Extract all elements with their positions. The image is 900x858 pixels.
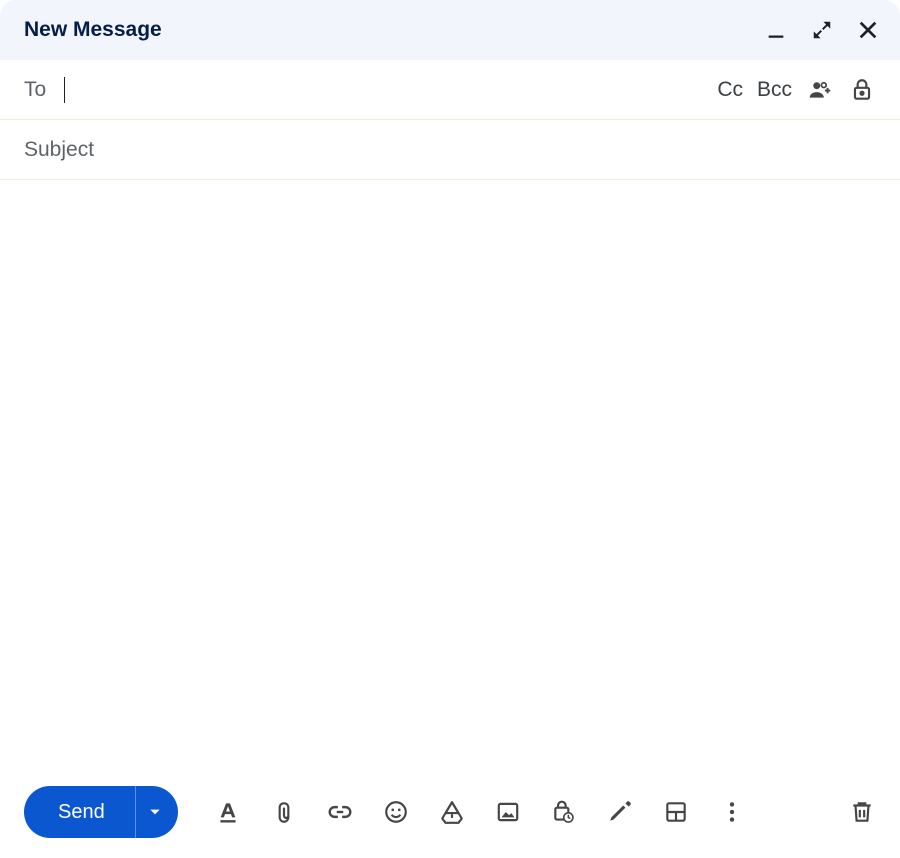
- fullscreen-icon: [811, 19, 833, 41]
- more-options-button[interactable]: [718, 798, 746, 826]
- image-icon: [495, 799, 521, 825]
- formatting-icon: [215, 799, 241, 825]
- chevron-down-icon: [148, 805, 162, 819]
- subject-row: [0, 120, 900, 180]
- link-icon: [327, 799, 353, 825]
- confidential-mode-button[interactable]: [550, 798, 578, 826]
- formatting-button[interactable]: [214, 798, 242, 826]
- to-input-wrap: [58, 74, 705, 106]
- compose-window: New Message To Cc Bcc: [0, 0, 900, 858]
- layout-icon: [663, 799, 689, 825]
- signature-icon: [607, 799, 633, 825]
- to-row: To Cc Bcc: [0, 60, 900, 120]
- signature-button[interactable]: [606, 798, 634, 826]
- tool-icons: [214, 798, 746, 826]
- confidential-icon: [551, 799, 577, 825]
- image-button[interactable]: [494, 798, 522, 826]
- subject-input[interactable]: [24, 138, 876, 162]
- compose-header: New Message: [0, 0, 900, 60]
- send-group: Send: [24, 786, 178, 838]
- header-title: New Message: [24, 18, 162, 42]
- header-controls: [762, 16, 882, 44]
- minimize-icon: [765, 19, 787, 41]
- link-button[interactable]: [326, 798, 354, 826]
- contacts-icon: [807, 77, 833, 103]
- attach-icon: [271, 799, 297, 825]
- minimize-button[interactable]: [762, 16, 790, 44]
- discard-button[interactable]: [848, 798, 876, 826]
- body-editor[interactable]: [24, 198, 876, 756]
- lock-icon: [849, 77, 875, 103]
- layout-button[interactable]: [662, 798, 690, 826]
- attach-button[interactable]: [270, 798, 298, 826]
- fullscreen-button[interactable]: [808, 16, 836, 44]
- close-icon: [857, 19, 879, 41]
- send-more-button[interactable]: [135, 786, 178, 838]
- send-button[interactable]: Send: [24, 786, 135, 838]
- confidential-lock-button[interactable]: [848, 76, 876, 104]
- more-icon: [719, 799, 745, 825]
- contacts-button[interactable]: [806, 76, 834, 104]
- drive-button[interactable]: [438, 798, 466, 826]
- cc-link[interactable]: Cc: [717, 78, 743, 102]
- to-label: To: [24, 78, 46, 102]
- to-right-controls: Cc Bcc: [717, 76, 876, 104]
- close-button[interactable]: [854, 16, 882, 44]
- drive-icon: [439, 799, 465, 825]
- to-input[interactable]: [65, 74, 705, 106]
- compose-toolbar: Send: [0, 774, 900, 858]
- emoji-icon: [383, 799, 409, 825]
- bcc-link[interactable]: Bcc: [757, 78, 792, 102]
- delete-icon: [849, 799, 875, 825]
- body-area: [0, 180, 900, 774]
- emoji-button[interactable]: [382, 798, 410, 826]
